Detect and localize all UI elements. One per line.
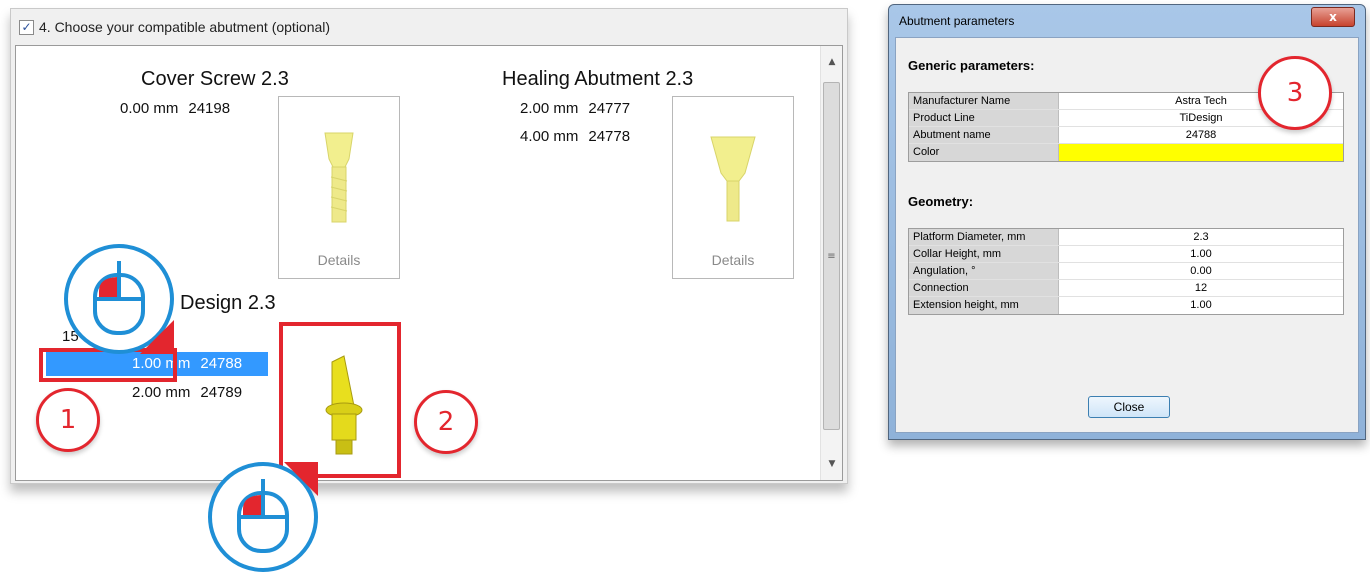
param-key: Connection bbox=[909, 280, 1059, 296]
param-value: 0.00 bbox=[1190, 265, 1212, 277]
param-key: Extension height, mm bbox=[909, 297, 1059, 314]
highlight-preview bbox=[279, 322, 401, 478]
callout-3: 3 bbox=[1258, 56, 1332, 130]
badge-corner bbox=[140, 320, 174, 354]
scroll-thumb[interactable]: ≡ bbox=[823, 82, 840, 430]
param-key: Collar Height, mm bbox=[909, 246, 1059, 262]
group-title-cover-screw: Cover Screw 2.3 bbox=[141, 68, 289, 90]
cover-screw-preview[interactable]: Details bbox=[278, 96, 400, 279]
dialog-titlebar[interactable]: Abutment parameters x bbox=[889, 5, 1365, 37]
height-value: 4.00 mm bbox=[520, 128, 579, 145]
list-item[interactable]: 0.00 mm 24198 bbox=[120, 100, 230, 117]
reference-number: 24777 bbox=[588, 100, 631, 117]
section-title: 4. Choose your compatible abutment (opti… bbox=[39, 19, 331, 35]
table-row: Abutment name 24788 bbox=[909, 127, 1343, 144]
reference-number: 24778 bbox=[588, 128, 631, 145]
reference-number: 24788 bbox=[200, 355, 243, 372]
mouse-click-badge bbox=[64, 244, 174, 354]
table-row: Angulation, ° 0.00 bbox=[909, 263, 1343, 280]
table-row: Connection 12 bbox=[909, 280, 1343, 297]
close-button[interactable]: Close bbox=[1088, 396, 1170, 418]
param-value: 2.3 bbox=[1193, 231, 1209, 243]
param-key: Color bbox=[909, 144, 1059, 161]
section-header: ✓ 4. Choose your compatible abutment (op… bbox=[11, 9, 847, 45]
param-value: 12 bbox=[1194, 282, 1208, 294]
mouse-icon bbox=[93, 261, 145, 335]
param-value: 1.00 bbox=[1190, 248, 1212, 260]
optional-abutment-checkbox[interactable]: ✓ bbox=[19, 19, 34, 35]
generic-parameters-title: Generic parameters: bbox=[908, 58, 1035, 73]
cover-screw-icon bbox=[324, 132, 354, 223]
mouse-icon bbox=[237, 479, 289, 553]
scroll-grip-icon: ≡ bbox=[827, 250, 836, 262]
callout-2: 2 bbox=[414, 390, 478, 454]
geometry-title: Geometry: bbox=[908, 194, 974, 209]
param-key: Manufacturer Name bbox=[909, 93, 1059, 109]
table-row: Color bbox=[909, 144, 1343, 161]
list-item[interactable]: 2.00 mm 24789 bbox=[132, 384, 242, 401]
height-value: 0.00 mm bbox=[120, 100, 179, 117]
vertical-scrollbar[interactable]: ▲ ≡ ▼ bbox=[820, 46, 842, 480]
reference-number: 24198 bbox=[188, 100, 231, 117]
param-key: Abutment name bbox=[909, 127, 1059, 143]
healing-abutment-icon bbox=[710, 136, 756, 222]
param-value: 1.00 bbox=[1190, 299, 1212, 311]
param-key: Product Line bbox=[909, 110, 1059, 126]
close-icon[interactable]: x bbox=[1311, 7, 1355, 27]
color-swatch bbox=[1059, 144, 1343, 161]
group-title-healing-abutment: Healing Abutment 2.3 bbox=[502, 68, 694, 90]
height-value: 2.00 mm bbox=[132, 384, 191, 401]
badge-corner bbox=[284, 462, 318, 496]
scroll-down-icon[interactable]: ▼ bbox=[821, 454, 843, 474]
details-link[interactable]: Details bbox=[673, 252, 793, 268]
table-row: Extension height, mm 1.00 bbox=[909, 297, 1343, 314]
callout-1: 1 bbox=[36, 388, 100, 452]
height-value: 2.00 mm bbox=[520, 100, 579, 117]
mouse-click-badge bbox=[208, 462, 318, 572]
table-row: Platform Diameter, mm 2.3 bbox=[909, 229, 1343, 246]
list-item[interactable]: 2.00 mm 24777 bbox=[520, 100, 630, 117]
param-key: Angulation, ° bbox=[909, 263, 1059, 279]
scroll-up-icon[interactable]: ▲ bbox=[821, 52, 843, 72]
list-item[interactable]: 4.00 mm 24778 bbox=[520, 128, 630, 145]
group-title-tidesign: Design 2.3 bbox=[180, 292, 276, 314]
details-link[interactable]: Details bbox=[279, 252, 399, 268]
param-key: Platform Diameter, mm bbox=[909, 229, 1059, 245]
dialog-title: Abutment parameters bbox=[899, 14, 1015, 28]
reference-number: 24789 bbox=[200, 384, 243, 401]
healing-abutment-preview[interactable]: Details bbox=[672, 96, 794, 279]
table-row: Collar Height, mm 1.00 bbox=[909, 246, 1343, 263]
geometry-table: Platform Diameter, mm 2.3 Collar Height,… bbox=[908, 228, 1344, 315]
